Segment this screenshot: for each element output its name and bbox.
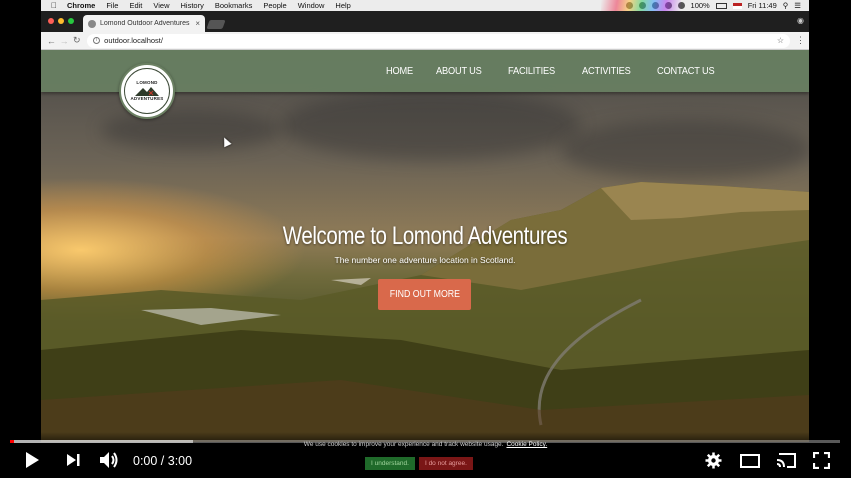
time-display: 0:00 / 3:00 xyxy=(133,454,193,468)
cookie-text: We use cookies to improve your experienc… xyxy=(303,441,504,448)
battery-percent[interactable]: 100% xyxy=(691,1,710,10)
hero-cloud xyxy=(101,110,281,150)
back-icon[interactable]: ← xyxy=(45,36,58,46)
cast-icon[interactable] xyxy=(776,452,797,469)
nav-activities[interactable]: ACTIVITIES xyxy=(582,65,631,77)
zoom-window-button[interactable] xyxy=(68,18,74,24)
cookie-policy-link[interactable]: Cookie Policy. xyxy=(506,441,547,448)
find-out-more-button[interactable]: FIND OUT MORE xyxy=(378,279,471,310)
hero-subtitle: The number one adventure location in Sco… xyxy=(334,255,516,265)
spotlight-icon[interactable]: ⚲ xyxy=(783,1,789,10)
miniplayer-icon[interactable] xyxy=(740,454,760,468)
battery-icon[interactable] xyxy=(715,2,727,9)
forward-icon[interactable]: → xyxy=(58,36,71,46)
player-controls-gradient xyxy=(0,432,851,478)
hero-cloud xyxy=(281,90,581,160)
mountain-icon xyxy=(135,87,159,96)
logo-text-bottom: ADVENTURES xyxy=(130,96,164,101)
hero-landscape xyxy=(41,180,809,442)
close-window-button[interactable] xyxy=(48,18,54,24)
menu-people[interactable]: People xyxy=(263,1,286,10)
reload-icon[interactable]: ↻ xyxy=(70,35,83,46)
cookie-decline-button[interactable]: I do not agree. xyxy=(418,457,473,470)
address-bar[interactable]: i outdoor.localhost/ ☆ xyxy=(87,33,790,48)
menu-window[interactable]: Window xyxy=(298,1,325,10)
volume-icon[interactable] xyxy=(99,451,119,469)
cookie-accept-button[interactable]: I understand. xyxy=(365,457,415,470)
url-text: outdoor.localhost/ xyxy=(104,36,163,45)
next-icon[interactable] xyxy=(66,453,80,467)
cookie-notice: We use cookies to improve your experienc… xyxy=(0,441,851,448)
apple-icon[interactable]:  xyxy=(51,1,57,10)
mac-menu-bar:  Chrome File Edit View History Bookmark… xyxy=(41,0,809,11)
logo-badge: LOMOND ADVENTURES xyxy=(124,68,170,114)
window-controls xyxy=(48,18,74,24)
nav-contact-us[interactable]: CONTACT US xyxy=(657,65,715,77)
hero-title: Welcome to Lomond Adventures xyxy=(282,222,568,250)
status-stripes xyxy=(601,0,681,11)
menu-help[interactable]: Help xyxy=(335,1,350,10)
notification-center-icon[interactable]: ☰ xyxy=(794,1,801,10)
nav-home[interactable]: HOME xyxy=(386,65,413,77)
incognito-icon[interactable]: ◉ xyxy=(797,16,805,26)
site-logo[interactable]: LOMOND ADVENTURES xyxy=(119,63,175,119)
tab-title: Lomond Outdoor Adventures xyxy=(100,20,190,27)
menu-app-name[interactable]: Chrome xyxy=(67,1,95,10)
flag-icon[interactable] xyxy=(732,2,742,9)
nav-about-us[interactable]: ABOUT US xyxy=(436,65,482,77)
play-icon[interactable] xyxy=(24,451,40,469)
menu-view[interactable]: View xyxy=(153,1,169,10)
menu-file[interactable]: File xyxy=(106,1,118,10)
close-tab-icon[interactable]: × xyxy=(195,19,200,28)
website-viewport: HOME ABOUT US FACILITIES ACTIVITIES CONT… xyxy=(41,50,809,442)
cta-label: FIND OUT MORE xyxy=(389,289,460,300)
browser-tab[interactable]: Lomond Outdoor Adventures × xyxy=(83,15,205,32)
main-nav: HOME ABOUT US FACILITIES ACTIVITIES CONT… xyxy=(386,65,723,77)
cookie-buttons: I understand. I do not agree. xyxy=(365,457,473,470)
chrome-menu-icon[interactable]: ⋮ xyxy=(796,35,805,46)
menu-history[interactable]: History xyxy=(181,1,204,10)
minimize-window-button[interactable] xyxy=(58,18,64,24)
hero-cloud xyxy=(561,120,809,180)
clock[interactable]: Fri 11:49 xyxy=(748,1,777,10)
menu-bookmarks[interactable]: Bookmarks xyxy=(215,1,253,10)
new-tab-button[interactable] xyxy=(206,20,226,29)
browser-toolbar: ← → ↻ i outdoor.localhost/ ☆ ⋮ xyxy=(41,32,809,50)
menu-edit[interactable]: Edit xyxy=(129,1,142,10)
nav-facilities[interactable]: FACILITIES xyxy=(508,65,555,77)
favicon-icon xyxy=(88,19,96,28)
settings-icon[interactable] xyxy=(705,452,722,469)
site-info-icon[interactable]: i xyxy=(93,37,101,44)
fullscreen-icon[interactable] xyxy=(813,452,830,469)
bookmark-star-icon[interactable]: ☆ xyxy=(777,36,784,45)
tab-strip: Lomond Outdoor Adventures × ◉ xyxy=(41,11,809,32)
hero: Welcome to Lomond Adventures The number … xyxy=(41,222,809,265)
